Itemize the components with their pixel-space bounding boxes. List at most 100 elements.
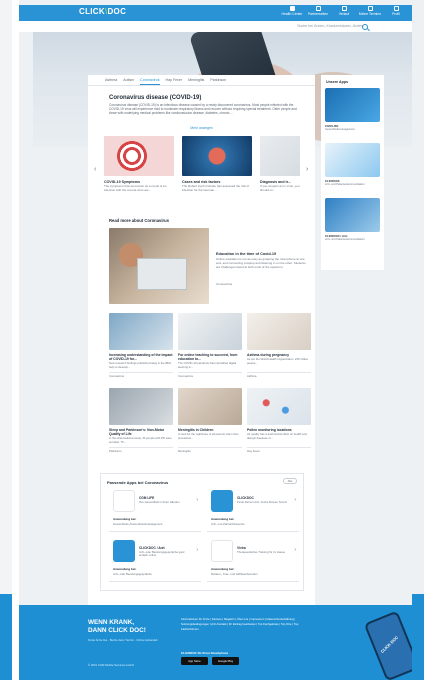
article-tag: Coronavirus	[109, 372, 173, 378]
tab-hay-fever[interactable]: Hay Fever	[166, 76, 183, 84]
copyright: © 2021 CGM Mobile Services GmbH	[88, 663, 134, 667]
chevron-left-icon[interactable]: ‹	[94, 166, 96, 173]
nav-health-center[interactable]: Health Center	[280, 6, 304, 16]
article-tag: Coronavirus	[178, 372, 242, 378]
article-title: Coronavirus disease (COVID-19)	[109, 95, 202, 101]
chevron-right-icon[interactable]: ›	[306, 166, 308, 173]
carousel-text: The symptoms that are known as a result …	[104, 184, 167, 192]
featured-tag: Coronavirus	[216, 282, 233, 286]
article-image	[178, 313, 242, 350]
carousel-card[interactable]: COVID-19 Symptoms The symptoms that are …	[104, 136, 174, 206]
article-card[interactable]: Sleep and Parkinson's: Non-Motor Quality…	[109, 388, 173, 453]
top-bar: CLICK\DOC Health Center Partnerseiten Ve…	[19, 5, 412, 21]
search-input[interactable]: Suche bei Ärzten, Krankenhäuser, Ärzten.…	[297, 24, 366, 28]
footer-slogan: WENN KRANK, DANN CLICK DOC!	[88, 619, 146, 635]
featured-image[interactable]	[109, 228, 209, 304]
article-card[interactable]: Increasing understanding of the impact o…	[109, 313, 173, 378]
sidebar-app[interactable]: CLICKDOC Arzt- und Patientenkommunikatio…	[325, 143, 380, 193]
sidebar-heading: Unsere Apps	[326, 80, 349, 84]
article-image	[247, 313, 311, 350]
nav-meine-termine[interactable]: Meine Termine	[358, 6, 382, 16]
carousel-image	[104, 136, 174, 176]
article-title: Increasing understanding of the impact o…	[109, 353, 173, 361]
article-card[interactable]: Pollen monitoring locations Air quality …	[247, 388, 311, 453]
cgm-life-icon	[113, 490, 135, 512]
vivira-icon	[211, 540, 233, 562]
app-desc: Therapeutisches Training für zu Hause	[237, 550, 286, 554]
show-more-link[interactable]: Mehr anzeigen	[88, 126, 315, 130]
article-image	[109, 313, 173, 350]
sidebar-app[interactable]: CLICKDOC / Arzt Arzt- und Patientenkommu…	[325, 198, 380, 248]
article-tag: Hay Fever	[247, 447, 311, 453]
video-call-icon	[113, 540, 135, 562]
right-edge-footer	[410, 594, 424, 680]
article-text: It must be the nightmare of all parents …	[178, 432, 239, 440]
nav-label: Profil	[392, 12, 400, 16]
sidebar-app-image	[325, 88, 380, 122]
matching-apps: Passende Apps bei Coronavirus Alle CGM L…	[100, 473, 304, 591]
app-usage-heading: Anwendung bei:	[211, 567, 235, 571]
tab-autism[interactable]: Autism	[123, 76, 134, 84]
article-carousel: ‹ COVID-19 Symptoms The symptoms that ar…	[94, 136, 311, 206]
nav-verlauf[interactable]: Verlauf	[332, 6, 356, 16]
nav-label: Partnerseiten	[307, 12, 329, 16]
app-desc: Finde Deinen Arzt, buche Deinen Termin	[237, 500, 288, 504]
history-icon	[341, 6, 347, 11]
logo-doc: DOC	[107, 7, 127, 16]
tab-meningitis[interactable]: Meningitis	[188, 76, 204, 84]
app-usage: Rücken-, Knie- und Hüftbeschwerden	[211, 572, 258, 576]
slogan-line-2: DANN CLICK DOC!	[88, 627, 146, 634]
carousel-card[interactable]: Diagnosis and tr... If you suspect an in…	[260, 136, 300, 206]
article-intro: Coronavirus disease (COVID-19) is an inf…	[109, 103, 297, 116]
phone-label: CLICK DOC	[379, 634, 400, 654]
app-usage-heading: Anwendung bei:	[113, 567, 137, 571]
article-card[interactable]: Meningitis in Children It must be the ni…	[178, 388, 242, 453]
app-usage: Gesundheits-/Gesundheitsmanagement	[113, 522, 163, 526]
tab-coronavirus[interactable]: Coronavirus	[140, 76, 160, 85]
footer-links[interactable]: Informationen für Ärzte | Karriere | Mag…	[181, 617, 316, 632]
app-store-button[interactable]: App Store	[181, 657, 208, 665]
main-content: Asthma Autism Coronavirus Hay Fever Meni…	[88, 75, 315, 617]
nav-label: Meine Termine	[358, 12, 382, 16]
app-desc: Ihre Gesundheit in Ihren Händen	[139, 500, 180, 504]
nav-profil[interactable]: Profil	[384, 6, 408, 16]
download-label: CLICKDOC für Ihren Smartphone	[181, 651, 229, 655]
app-usage: Arzt- oder Beratungsgespräche	[113, 572, 152, 576]
calendar-icon	[367, 6, 373, 11]
article-card[interactable]: For online teaching to succeed, from edu…	[178, 313, 242, 378]
app-card-clickdoc-arzt[interactable]: CLICKDOC / Arzt Arzt- oder Beratungsgesp…	[109, 540, 201, 582]
nav-label: Verlauf	[338, 12, 350, 16]
search-icon[interactable]	[362, 23, 368, 30]
page: CLICK\DOC Health Center Partnerseiten Ve…	[0, 0, 424, 680]
tab-parkinson[interactable]: Parkinson	[210, 76, 226, 84]
sidebar-app-desc: Arzt- und Patientenkommunikation	[325, 238, 365, 241]
sidebar-apps: Unsere Apps CGM LIFE Gesundheitsmanageme…	[321, 75, 384, 270]
app-usage-heading: Anwendung bei:	[211, 517, 235, 521]
article-title: Sleep and Parkinson's: Non-Motor Quality…	[109, 428, 165, 436]
search-bar: Suche bei Ärzten, Krankenhäuser, Ärzten.…	[19, 21, 412, 32]
app-card-vivira[interactable]: Vivira Therapeutisches Training für zu H…	[207, 540, 299, 582]
app-card-cgm-life[interactable]: CGM LIFE Ihre Gesundheit in Ihren Händen…	[109, 490, 201, 532]
clickdoc-logo[interactable]: CLICK\DOC	[79, 7, 126, 16]
topic-tabs: Asthma Autism Coronavirus Hay Fever Meni…	[88, 75, 315, 86]
apps-heading: Passende Apps bei Coronavirus	[107, 480, 169, 485]
article-image	[109, 388, 173, 425]
google-play-button[interactable]: Google Play	[212, 657, 239, 665]
carousel-image	[260, 136, 300, 176]
featured-title[interactable]: Education in the time of Covid-19	[216, 252, 308, 256]
sidebar-app[interactable]: CGM LIFE Gesundheitsmanagement	[325, 88, 380, 138]
all-apps-button[interactable]: Alle	[283, 478, 297, 484]
nav-partnerseiten[interactable]: Partnerseiten	[306, 6, 330, 16]
carousel-card[interactable]: Cases and risk factors The Robert Koch I…	[182, 136, 252, 206]
app-card-clickdoc[interactable]: CLICKDOC Finde Deinen Arzt, buche Deinen…	[207, 490, 299, 532]
tab-asthma[interactable]: Asthma	[105, 76, 117, 84]
clickdoc-app-icon	[211, 490, 233, 512]
article-tag: Meningitis	[178, 447, 242, 453]
app-desc: Arzt- oder Beratungsgespräche ganz einfa…	[139, 550, 185, 558]
article-text: Air quality has a detrimental effect on …	[247, 432, 307, 440]
heart-icon	[289, 6, 295, 11]
article-text: New research findings published today in…	[109, 361, 172, 369]
grid-icon	[315, 6, 321, 11]
chevron-right-icon: ›	[196, 497, 198, 503]
article-card[interactable]: Asthma during pregnancy As per the World…	[247, 313, 311, 378]
